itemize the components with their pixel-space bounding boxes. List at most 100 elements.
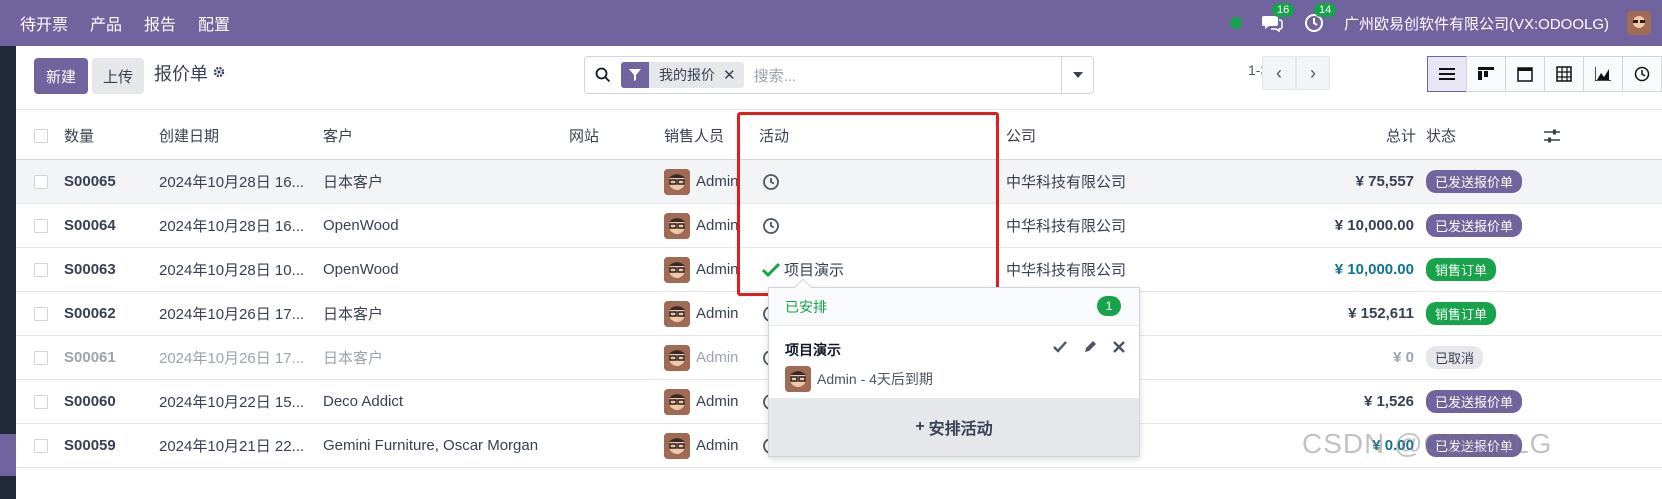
left-rail: [0, 46, 16, 499]
avatar: [664, 256, 690, 283]
graph-view-icon[interactable]: [1583, 56, 1623, 92]
table-row[interactable]: S00065 2024年10月28日 16... 日本客户 Admin 中华科技有限公司…: [16, 160, 1662, 204]
optional-columns-icon[interactable]: [1544, 112, 1560, 159]
creation-date: 2024年10月28日 10...: [159, 262, 305, 279]
total-amount: ¥ 1,526: [1363, 393, 1414, 410]
plus-icon: +: [915, 418, 925, 435]
column-number[interactable]: 数量: [64, 112, 94, 159]
table-header: 数量 创建日期 客户 网站 销售人员 活动 公司 总计 状态: [16, 112, 1662, 160]
cancel-x-icon[interactable]: [1113, 340, 1125, 359]
list-view-icon[interactable]: [1427, 56, 1467, 92]
search-icon[interactable]: [585, 67, 621, 83]
salesperson: Admin: [664, 424, 739, 467]
status-cell: 已发送报价单: [1426, 204, 1523, 247]
company-name: 中华科技有限公司: [1006, 218, 1127, 235]
quotation-number: S00059: [64, 437, 116, 454]
activity-cell[interactable]: [762, 160, 780, 203]
avatar: [664, 300, 690, 327]
upload-button[interactable]: 上传: [92, 58, 144, 94]
new-button[interactable]: 新建: [34, 58, 88, 94]
popover-activity-title: 项目演示: [785, 342, 841, 358]
status-cell: 已发送报价单: [1426, 380, 1523, 423]
company-switcher[interactable]: 广州欧易创软件有限公司(VX:ODOOLG): [1344, 13, 1609, 34]
total-amount: ¥ 152,611: [1348, 305, 1414, 322]
salesperson: Admin: [664, 380, 739, 423]
status-badge: 已发送报价单: [1426, 390, 1523, 413]
quotation-number: S00065: [64, 173, 116, 190]
salesperson-name: Admin: [696, 261, 739, 278]
schedule-activity-label: 安排活动: [928, 421, 993, 438]
menu-item-configuration[interactable]: 配置: [198, 11, 230, 35]
salesperson-name: Admin: [696, 173, 739, 190]
avatar: [664, 388, 690, 415]
row-checkbox[interactable]: [34, 438, 48, 453]
status-badge: 销售订单: [1426, 302, 1497, 325]
table-row[interactable]: S00063 2024年10月28日 10... OpenWood Admin 项目演示…: [16, 248, 1662, 292]
status-badge: 已发送报价单: [1426, 214, 1523, 237]
pivot-view-icon[interactable]: [1544, 56, 1584, 92]
creation-date: 2024年10月21日 22...: [159, 438, 305, 455]
filter-icon: [621, 62, 649, 88]
control-panel: 新建 上传 报价单 我的报价 ✕ 搜索... 1-35 / 35 ‹ ›: [16, 46, 1662, 110]
popover-activity-actions: [1053, 340, 1125, 359]
column-total[interactable]: 总计: [1374, 112, 1416, 159]
row-checkbox[interactable]: [34, 174, 48, 189]
status-badge: 已取消: [1426, 346, 1484, 369]
row-checkbox[interactable]: [34, 350, 48, 365]
popover-activity-due: Admin - 4天后到期: [817, 371, 933, 387]
schedule-activity-button[interactable]: + 安排活动: [769, 398, 1139, 456]
edit-pencil-icon[interactable]: [1083, 340, 1097, 359]
salesperson: Admin: [664, 160, 739, 203]
activity-clock-icon[interactable]: [762, 217, 780, 235]
column-salesperson[interactable]: 销售人员: [664, 112, 724, 159]
user-avatar[interactable]: [1627, 11, 1652, 35]
menu-item-products[interactable]: 产品: [90, 11, 122, 35]
activity-cell[interactable]: [762, 204, 780, 247]
pager-next-button[interactable]: ›: [1296, 56, 1330, 90]
facet-label: 我的报价: [659, 67, 715, 83]
column-company[interactable]: 公司: [1006, 112, 1036, 159]
status-badge: 已发送报价单: [1426, 170, 1523, 193]
activities-clock-icon[interactable]: 14: [1302, 3, 1337, 35]
popover-activity-meta: Admin - 4天后到期: [785, 366, 933, 392]
column-website[interactable]: 网站: [569, 112, 599, 159]
table-row[interactable]: S00064 2024年10月28日 16... OpenWood Admin 中华科技…: [16, 204, 1662, 248]
status-dot-icon: [1230, 17, 1242, 29]
search-input[interactable]: 搜索...: [754, 65, 1061, 86]
quotation-number: S00064: [64, 217, 116, 234]
avatar: [664, 432, 690, 459]
customer-name: OpenWood: [323, 261, 399, 278]
main-menu: 待开票 产品 报告 配置: [20, 11, 230, 35]
kanban-view-icon[interactable]: [1466, 56, 1506, 92]
pager-previous-button[interactable]: ‹: [1262, 56, 1296, 90]
creation-date: 2024年10月28日 16...: [159, 218, 305, 235]
search-bar: 我的报价 ✕ 搜索...: [584, 56, 1094, 94]
column-date[interactable]: 创建日期: [159, 112, 219, 159]
customer-name: Gemini Furniture, Oscar Morgan: [323, 437, 539, 454]
menu-item-to-invoice[interactable]: 待开票: [20, 11, 68, 35]
quotation-number: S00063: [64, 261, 116, 278]
facet-close-icon[interactable]: ✕: [723, 66, 744, 84]
gear-icon[interactable]: [212, 63, 226, 84]
total-amount: ¥ 75,557: [1355, 173, 1414, 190]
search-options-toggle[interactable]: [1061, 56, 1093, 94]
activity-view-icon[interactable]: [1622, 56, 1662, 92]
select-all-checkbox[interactable]: [34, 128, 48, 143]
quotation-number: S00061: [64, 349, 116, 366]
mark-done-icon[interactable]: [1053, 340, 1067, 359]
messages-icon[interactable]: 16: [1260, 3, 1295, 35]
view-switcher: [1427, 56, 1662, 92]
column-activity[interactable]: 活动: [759, 112, 789, 159]
row-checkbox[interactable]: [34, 262, 48, 277]
activity-clock-icon[interactable]: [762, 173, 780, 191]
status-cell: 销售订单: [1426, 292, 1497, 335]
column-customer[interactable]: 客户: [323, 112, 353, 159]
breadcrumb: 报价单: [154, 60, 226, 86]
salesperson: Admin: [664, 248, 739, 291]
column-state[interactable]: 状态: [1426, 112, 1456, 159]
row-checkbox[interactable]: [34, 218, 48, 233]
row-checkbox[interactable]: [34, 306, 48, 321]
calendar-view-icon[interactable]: [1505, 56, 1545, 92]
row-checkbox[interactable]: [34, 394, 48, 409]
menu-item-reporting[interactable]: 报告: [144, 11, 176, 35]
